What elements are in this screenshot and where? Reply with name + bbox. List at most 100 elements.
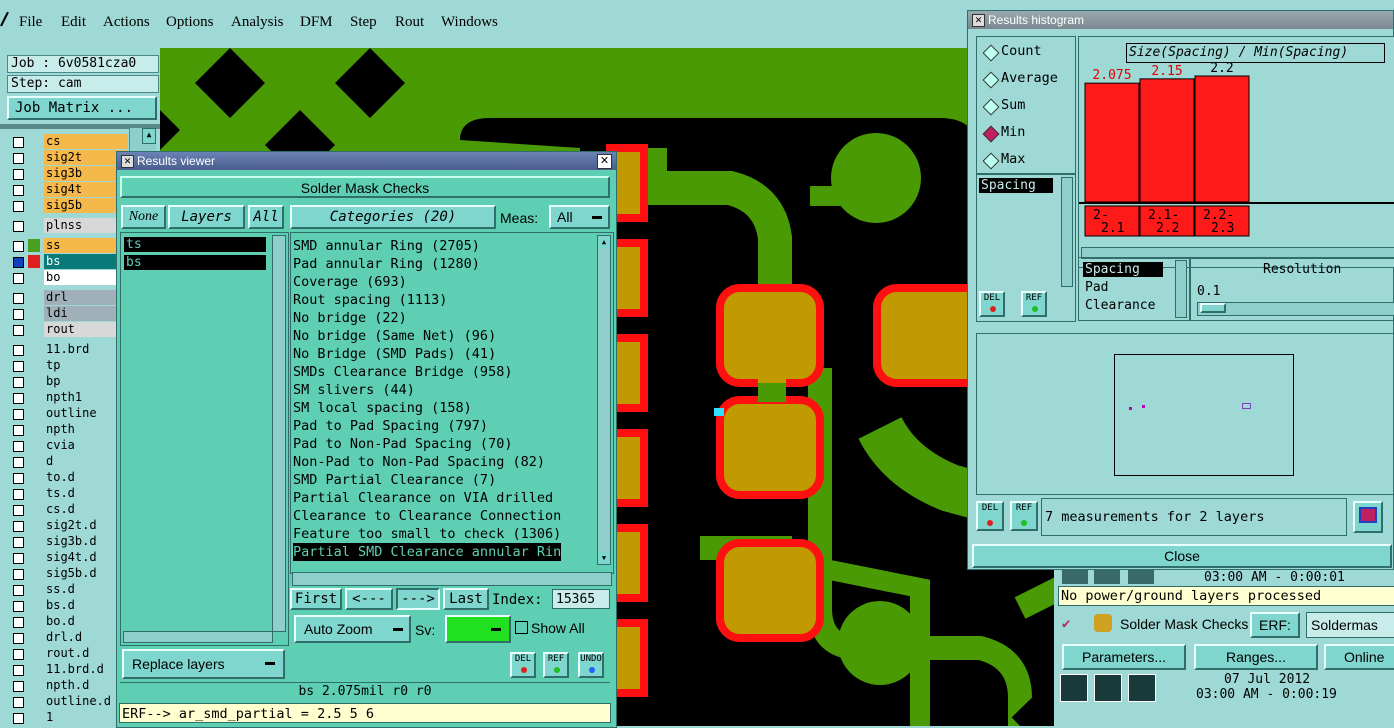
window-menu-icon[interactable]: ✕: [972, 14, 985, 27]
online-button[interactable]: Online: [1324, 644, 1394, 670]
layer-row[interactable]: cvia: [10, 438, 128, 454]
layer-checkbox[interactable]: [13, 309, 24, 320]
layer-color-swatch[interactable]: [28, 255, 40, 268]
layer-checkbox[interactable]: [13, 537, 24, 548]
layer-color-swatch[interactable]: [28, 423, 40, 436]
layer-row[interactable]: ts.d: [10, 486, 128, 502]
layer-checkbox[interactable]: [13, 201, 24, 212]
category-item[interactable]: Partial SMD Clearance annular Rin: [293, 543, 562, 561]
erf-button[interactable]: ERF:: [1250, 612, 1300, 638]
layer-color-swatch[interactable]: [28, 567, 40, 580]
all-layers-button[interactable]: All: [248, 205, 284, 229]
category-item[interactable]: Feature too small to check (1306): [293, 525, 561, 543]
layer-color-swatch[interactable]: [28, 307, 40, 320]
layer-row[interactable]: d: [10, 454, 128, 470]
meas-dropdown[interactable]: All: [549, 205, 610, 229]
preview-board[interactable]: [1114, 354, 1294, 476]
layer-row[interactable]: 1: [10, 710, 128, 726]
layer-checkbox[interactable]: [13, 649, 24, 660]
menu-options[interactable]: Options: [166, 14, 214, 31]
layer-row[interactable]: bp: [10, 374, 128, 390]
layer-checkbox[interactable]: [13, 361, 24, 372]
categories-hscrollbar[interactable]: [292, 572, 612, 586]
mode-radio-sum[interactable]: [982, 98, 1000, 116]
hist-del-button[interactable]: DEL: [976, 501, 1004, 531]
category-item[interactable]: SMD annular Ring (2705): [293, 237, 480, 255]
layer-color-swatch[interactable]: [28, 647, 40, 660]
layer-name[interactable]: cs: [44, 134, 128, 149]
scroll-down-icon[interactable]: ▼: [598, 552, 610, 564]
menu-file[interactable]: File: [19, 14, 42, 31]
size-item-spacing[interactable]: Spacing: [1083, 262, 1163, 277]
category-item[interactable]: Pad to Non-Pad Spacing (70): [293, 435, 512, 453]
layer-checkbox[interactable]: [13, 325, 24, 336]
layers-hscrollbar[interactable]: [123, 631, 273, 643]
layer-row[interactable]: tp: [10, 358, 128, 374]
layer-color-swatch[interactable]: [28, 487, 40, 500]
category-item[interactable]: Partial Clearance on VIA drilled: [293, 489, 553, 507]
layer-color-swatch[interactable]: [28, 391, 40, 404]
mode-radio-count[interactable]: [982, 44, 1000, 62]
undo-button[interactable]: UNDO: [578, 652, 604, 678]
layer-color-swatch[interactable]: [28, 375, 40, 388]
layer-color-swatch[interactable]: [28, 535, 40, 548]
show-all-checkbox[interactable]: [515, 621, 528, 634]
layer-row[interactable]: bo.d: [10, 614, 128, 630]
layer-item-bs[interactable]: bs: [124, 255, 266, 270]
layer-checkbox[interactable]: [13, 553, 24, 564]
layer-checkbox[interactable]: [13, 569, 24, 580]
menu-windows[interactable]: Windows: [441, 14, 498, 31]
layer-checkbox[interactable]: [13, 293, 24, 304]
attribute-item-spacing[interactable]: Spacing: [979, 178, 1053, 193]
prev-button[interactable]: <---: [345, 588, 393, 610]
layer-checkbox[interactable]: [13, 665, 24, 676]
last-button[interactable]: Last: [443, 588, 489, 610]
layer-row[interactable]: sig5b.d: [10, 566, 128, 582]
histogram-titlebar[interactable]: ✕ Results histogram: [968, 11, 1393, 29]
menu-analysis[interactable]: Analysis: [231, 14, 284, 31]
hist-ref-button[interactable]: REF: [1010, 501, 1038, 531]
layer-row[interactable]: ldi: [10, 306, 128, 322]
run-region-icon[interactable]: [1128, 674, 1156, 702]
layer-color-swatch[interactable]: [28, 151, 40, 164]
layer-color-swatch[interactable]: [28, 219, 40, 232]
ref-button[interactable]: REF: [543, 652, 569, 678]
layer-row[interactable]: 11.brd.d: [10, 662, 128, 678]
layer-row[interactable]: bo: [10, 270, 128, 286]
layer-checkbox[interactable]: [13, 473, 24, 484]
erf-field[interactable]: Soldermas: [1306, 612, 1394, 638]
category-item[interactable]: SMDs Clearance Bridge (958): [293, 363, 512, 381]
layer-checkbox[interactable]: [13, 137, 24, 148]
layer-checkbox[interactable]: [13, 257, 24, 268]
category-item[interactable]: Coverage (693): [293, 273, 407, 291]
next-button[interactable]: --->: [396, 588, 440, 610]
category-item[interactable]: No bridge (Same Net) (96): [293, 327, 496, 345]
layer-checkbox[interactable]: [13, 393, 24, 404]
parameters-button[interactable]: Parameters...: [1062, 644, 1186, 670]
layer-checkbox[interactable]: [13, 601, 24, 612]
layer-color-swatch[interactable]: [28, 439, 40, 452]
mode-radio-min[interactable]: [982, 125, 1000, 143]
layer-checkbox[interactable]: [13, 153, 24, 164]
layers-scrollbar[interactable]: [272, 235, 286, 632]
layer-checkbox[interactable]: [13, 633, 24, 644]
attribute-scrollbar[interactable]: [1061, 177, 1073, 287]
zoom-fit-button[interactable]: [1353, 501, 1383, 533]
layer-row[interactable]: sig2t.d: [10, 518, 128, 534]
layer-row[interactable]: sig4t: [10, 182, 128, 198]
layer-row[interactable]: rout.d: [10, 646, 128, 662]
run-all-icon[interactable]: [1060, 674, 1088, 702]
layer-color-swatch[interactable]: [28, 323, 40, 336]
category-item[interactable]: No bridge (22): [293, 309, 407, 327]
layer-color-swatch[interactable]: [28, 407, 40, 420]
category-item[interactable]: SMD Partial Clearance (7): [293, 471, 496, 489]
layer-checkbox[interactable]: [13, 617, 24, 628]
layer-row[interactable]: cs: [10, 134, 128, 150]
layer-color-swatch[interactable]: [28, 359, 40, 372]
category-item[interactable]: No Bridge (SMD Pads) (41): [293, 345, 496, 363]
layer-color-swatch[interactable]: [28, 135, 40, 148]
layer-color-swatch[interactable]: [28, 695, 40, 708]
hist-ref-button-small[interactable]: REF: [1021, 291, 1047, 317]
layer-checkbox[interactable]: [13, 489, 24, 500]
layer-color-swatch[interactable]: [28, 199, 40, 212]
